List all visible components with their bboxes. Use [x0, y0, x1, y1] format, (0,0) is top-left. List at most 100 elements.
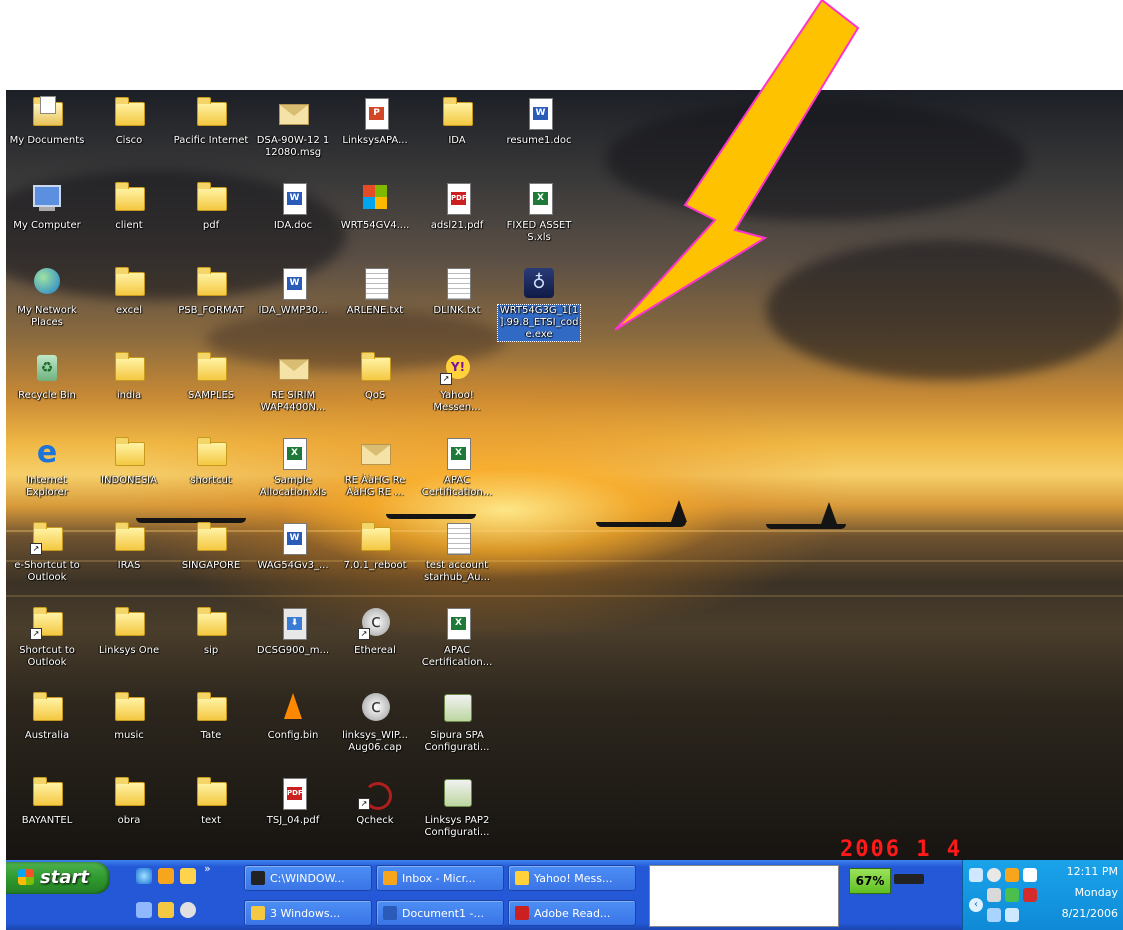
desktop-icon[interactable]: ARLENE.txt	[334, 266, 416, 317]
desktop-icon[interactable]: P LinksysAPA...	[334, 96, 416, 147]
taskbar-button[interactable]: Yahoo! Mess...	[508, 865, 636, 891]
vpn-tray-icon[interactable]	[987, 888, 1001, 902]
desktop-icon-label: DSA-90W-12 1 12080.msg	[256, 135, 330, 158]
desktop-icon[interactable]: INDONESIA	[88, 436, 170, 487]
desktop-icon[interactable]: india	[88, 351, 170, 402]
outlook-quicklaunch-icon[interactable]	[158, 868, 174, 884]
desktop-icon[interactable]: excel	[88, 266, 170, 317]
desktop-icon-label: client	[115, 220, 143, 231]
desktop-icon[interactable]: X APAC Certification...	[416, 606, 498, 669]
desktop-icon-label: adsl21.pdf	[430, 220, 484, 231]
battery-meter[interactable]: 67%	[849, 868, 891, 894]
desktop-icon[interactable]: IRAS	[88, 521, 170, 572]
desktop-icon[interactable]: 7.0.1_reboot	[334, 521, 416, 572]
word-icon: W	[276, 266, 310, 300]
desktop-icon[interactable]: RE ÀàHG Re ÀàHG RE ...	[334, 436, 416, 499]
desktop-icon[interactable]: c linksys_WIP... Aug06.cap	[334, 691, 416, 754]
taskbar-button[interactable]: C:\WINDOW...	[244, 865, 372, 891]
volume-tray-icon[interactable]	[987, 908, 1001, 922]
desktop-icon[interactable]: PSB_FORMAT	[170, 266, 252, 317]
desktop-icon[interactable]: Sipura SPA Configurati...	[416, 691, 498, 754]
desktop-icon[interactable]: X FIXED ASSET S.xls	[498, 181, 580, 244]
connection-tray-icon[interactable]	[1005, 888, 1019, 902]
blank-toolbar-area	[649, 865, 839, 927]
desktop-icon[interactable]: My Network Places	[6, 266, 88, 329]
desktop-icon[interactable]: pdf	[170, 181, 252, 232]
desktop-icon[interactable]: test account starhub_Au...	[416, 521, 498, 584]
explorer-quicklaunch-icon[interactable]	[158, 902, 174, 918]
desktop-icon-label: PSB_FORMAT	[178, 305, 244, 316]
clock-day[interactable]: Monday	[1075, 886, 1118, 899]
desktop-icon[interactable]: My Computer	[6, 181, 88, 232]
clock-time[interactable]: 12:11 PM	[1067, 865, 1118, 878]
desktop-icon[interactable]: c ↗ Ethereal	[334, 606, 416, 657]
messenger-quicklaunch-icon[interactable]	[180, 902, 196, 918]
taskbar-button[interactable]: Adobe Read...	[508, 900, 636, 926]
desktop-icon[interactable]: PDF adsl21.pdf	[416, 181, 498, 232]
desktop-icon[interactable]: Cisco	[88, 96, 170, 147]
desktop-icon[interactable]: client	[88, 181, 170, 232]
cmd-icon	[251, 871, 265, 885]
desktop-icon[interactable]: DSA-90W-12 1 12080.msg	[252, 96, 334, 159]
power-plug-icon[interactable]	[894, 874, 924, 884]
desktop-icon-label: IRAS	[117, 560, 141, 571]
desktop-icon[interactable]: music	[88, 691, 170, 742]
desktop-icon-label: shortcut	[190, 475, 232, 486]
clock-date[interactable]: 8/21/2006	[1062, 907, 1118, 920]
outlook-tray-icon[interactable]	[1005, 868, 1019, 882]
desktop-icon[interactable]: X APAC Certification...	[416, 436, 498, 499]
desktop-icon[interactable]: Tate	[170, 691, 252, 742]
desktop-icon[interactable]: Config.bin	[252, 691, 334, 742]
desktop-icon[interactable]: sip	[170, 606, 252, 657]
network-tray-icon[interactable]	[969, 868, 983, 882]
antivirus-tray-icon[interactable]	[1023, 888, 1037, 902]
computer-icon	[30, 181, 64, 215]
desktop-icon[interactable]: Pacific Internet	[170, 96, 252, 147]
desktop-icon[interactable]: Linksys PAP2 Configurati...	[416, 776, 498, 839]
desktop-icon[interactable]: PDF TSJ_04.pdf	[252, 776, 334, 827]
desktop-icon[interactable]: shortcut	[170, 436, 252, 487]
security-tray-icon[interactable]	[1023, 868, 1037, 882]
desktop-icon[interactable]: ⬇ DCSG900_m...	[252, 606, 334, 657]
desktop-icon[interactable]: ↗ Qcheck	[334, 776, 416, 827]
desktop-icon[interactable]: ↗ Shortcut to Outlook	[6, 606, 88, 669]
show-desktop-icon[interactable]	[136, 902, 152, 918]
desktop-icon[interactable]: text	[170, 776, 252, 827]
taskbar-button[interactable]: 3 Windows...	[244, 900, 372, 926]
tray-collapse-icon[interactable]: ‹	[969, 898, 983, 912]
taskbar-button[interactable]: Document1 -...	[376, 900, 504, 926]
desktop-icon[interactable]: ♻ Recycle Bin	[6, 351, 88, 402]
quicklaunch-overflow-icon[interactable]: »	[204, 862, 211, 875]
desktop-icon[interactable]: ↗ e-Shortcut to Outlook	[6, 521, 88, 584]
desktop-icon[interactable]: QoS	[334, 351, 416, 402]
taskbar-button[interactable]: Inbox - Micr...	[376, 865, 504, 891]
desktop-icon[interactable]: Wresume1.doc	[498, 96, 580, 147]
desktop-icon[interactable]: WRT54GV4....	[334, 181, 416, 232]
desktop-icon[interactable]: SAMPLES	[170, 351, 252, 402]
pdf-icon: PDF	[440, 181, 474, 215]
desktop-icon[interactable]: W IDA.doc	[252, 181, 334, 232]
desktop-icon[interactable]: e Internet Explorer	[6, 436, 88, 499]
desktop-icon[interactable]: ♁ WRT54G3G_1[1].99.8_ETSI_code.exe	[497, 266, 581, 342]
desktop-icon[interactable]: W IDA_WMP30...	[252, 266, 334, 317]
desktop-icon[interactable]: obra	[88, 776, 170, 827]
desktop-icon[interactable]: RE SIRIM WAP4400N...	[252, 351, 334, 414]
display-tray-icon[interactable]	[987, 868, 1001, 882]
desktop-icon[interactable]: DLINK.txt	[416, 266, 498, 317]
desktop-icon[interactable]: BAYANTEL	[6, 776, 88, 827]
lan-tray-icon[interactable]	[1005, 908, 1019, 922]
desktop-icon[interactable]: W WAG54Gv3_...	[252, 521, 334, 572]
desktop-icon[interactable]: SINGAPORE	[170, 521, 252, 572]
desktop-icon[interactable]: Y! ↗ Yahoo! Messen...	[416, 351, 498, 414]
folder-icon	[30, 776, 64, 810]
desktop-icon[interactable]: Linksys One	[88, 606, 170, 657]
ie-quicklaunch-icon[interactable]	[136, 868, 152, 884]
folder-icon	[112, 436, 146, 470]
yahoo-icon: Y! ↗	[440, 351, 474, 385]
desktop-icon[interactable]: IDA	[416, 96, 498, 147]
desktop-icon[interactable]: My Documents	[6, 96, 88, 147]
desktop-icon[interactable]: X Sample Allocation.xls	[252, 436, 334, 499]
desktop-icon[interactable]: Australia	[6, 691, 88, 742]
media-quicklaunch-icon[interactable]	[180, 868, 196, 884]
start-button[interactable]: start	[6, 862, 110, 894]
